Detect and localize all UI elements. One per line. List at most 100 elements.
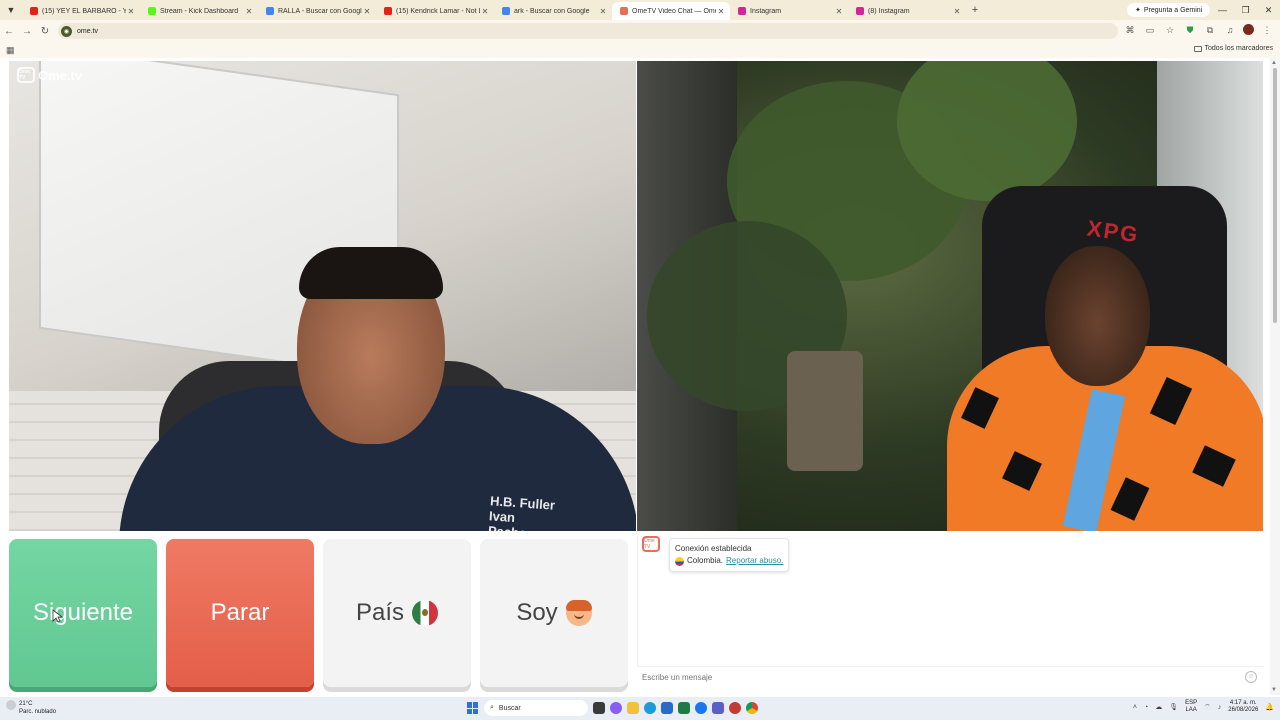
scroll-down-arrow-icon[interactable]: ▼ <box>1271 687 1277 693</box>
tab-search-icon[interactable]: ▼ <box>0 0 22 20</box>
reload-icon[interactable]: ↻ <box>36 26 54 37</box>
browser-tab[interactable]: (15) Kendrick Lamar - Not Like Us✕ <box>376 2 494 20</box>
bookmarks-bar: ▦ Todos los marcadores <box>0 42 1280 58</box>
wifi-icon[interactable]: ⌔ <box>1204 703 1211 712</box>
system-message: Conexión establecida Colombia. Reportar … <box>669 538 790 572</box>
bookmark-star-icon[interactable]: ☆ <box>1163 23 1177 37</box>
browser-tab[interactable]: Stream - Kick Dashboard ✕ <box>140 2 258 20</box>
search-icon: ⌕ <box>490 704 494 711</box>
toolbar-icons: ⌘ ▭ ☆ ⛊ ⧉ ♫ ⋮ <box>1123 23 1274 37</box>
excel-icon[interactable] <box>678 702 690 714</box>
translate-icon[interactable]: ⌘ <box>1123 23 1137 37</box>
profile-avatar[interactable] <box>1243 24 1254 35</box>
tab-close-icon[interactable]: ✕ <box>952 7 962 16</box>
browser-tab[interactable]: (8) Instagram ✕ <box>848 2 966 20</box>
browser-tab[interactable]: ark - Buscar con Google ✕ <box>494 2 612 20</box>
store-icon[interactable] <box>661 702 673 714</box>
system-tray: ˄ ◔ ☁ 🎙 ESP LAA ⌔ ♪ 4:17 a. m. 26/08/202… <box>1133 700 1274 714</box>
clock-date: 26/08/2026 <box>1228 707 1259 713</box>
next-button-label: Siguiente <box>32 599 134 626</box>
onedrive-icon[interactable]: ☁ <box>1155 703 1162 711</box>
browser-tab[interactable]: Instagram ✕ <box>730 2 848 20</box>
forward-arrow-icon[interactable]: → <box>18 26 36 37</box>
next-button[interactable]: Siguiente <box>9 539 157 687</box>
media-icon[interactable]: ♫ <box>1223 23 1237 37</box>
windows-start-icon[interactable] <box>467 702 479 714</box>
volume-icon[interactable]: ♪ <box>1218 704 1222 711</box>
emoji-icon[interactable]: ☺ <box>1245 671 1257 683</box>
shield-icon[interactable]: ⛊ <box>1183 23 1197 37</box>
tab-close-icon[interactable]: ✕ <box>716 7 726 16</box>
close-window-icon[interactable]: ✕ <box>1257 0 1280 20</box>
tab-title: RALLA - Buscar con Google <box>278 7 362 15</box>
all-bookmarks-button[interactable]: Todos los marcadores <box>1193 45 1273 52</box>
site-settings-icon[interactable]: ◉ <box>61 25 72 37</box>
file-explorer-icon[interactable] <box>627 702 639 714</box>
extensions-icon[interactable]: ⧉ <box>1203 23 1217 37</box>
edge-icon[interactable] <box>644 702 656 714</box>
gender-filter-button[interactable]: Soy <box>480 539 628 687</box>
notifications-icon[interactable]: 🔔 <box>1265 703 1274 711</box>
mouse-cursor-icon <box>52 609 64 623</box>
clock-time: 4:17 a. m. <box>1229 700 1257 706</box>
tab-favicon-icon <box>620 7 628 15</box>
local-video: H.B. Fuller Ivan Pacheco Ome TV Ome.tv <box>9 61 636 531</box>
tree-stump <box>787 351 863 471</box>
back-arrow-icon[interactable]: ← <box>0 26 18 37</box>
tab-close-icon[interactable]: ✕ <box>244 7 254 16</box>
chat-message-input[interactable] <box>637 667 1227 687</box>
ometv-logo-icon: Ome TV <box>17 67 35 83</box>
country-button-label: País <box>355 599 405 626</box>
windows-taskbar: 21°C Parc. nublado ⌕ Buscar ˄ ◔ ☁ 🎙 ESP … <box>0 697 1280 720</box>
weather-condition: Parc. nublado <box>19 709 57 715</box>
clock[interactable]: 4:17 a. m. 26/08/2026 <box>1228 700 1258 714</box>
cast-icon[interactable]: ▭ <box>1143 23 1157 37</box>
scroll-thumb[interactable] <box>1273 68 1277 323</box>
apps-grid-icon[interactable]: ▦ <box>6 45 15 56</box>
tab-favicon-icon <box>30 7 38 15</box>
microphone-icon[interactable]: 🎙 <box>1169 703 1178 711</box>
country-filter-button[interactable]: País <box>323 539 471 687</box>
input-language[interactable]: ESP LAA <box>1185 700 1197 714</box>
gemini-button[interactable]: ✦ Pregunta a Gemini <box>1127 3 1211 17</box>
browser-toolbar: ← → ↻ ◉ ome.tv ⌘ ▭ ☆ ⛊ ⧉ ♫ ⋮ <box>0 20 1280 42</box>
tab-close-icon[interactable]: ✕ <box>480 7 490 16</box>
gemini-label: Pregunta a Gemini <box>1143 6 1203 14</box>
taskbar-search-label: Buscar <box>498 704 521 712</box>
network-icon[interactable]: ◔ <box>1144 704 1148 711</box>
tab-close-icon[interactable]: ✕ <box>598 7 608 16</box>
media-player-icon[interactable] <box>729 702 741 714</box>
facebook-icon[interactable] <box>695 702 707 714</box>
mexico-flag-icon <box>412 600 439 626</box>
tab-title: Instagram <box>750 7 782 15</box>
address-bar[interactable]: ◉ ome.tv <box>58 23 1118 39</box>
report-abuse-link[interactable]: Reportar abuso. <box>726 555 783 567</box>
tab-list: (15) YEY EL BARBARO - YouTube✕Stream - K… <box>22 0 966 20</box>
browser-tab[interactable]: RALLA - Buscar con Google ✕ <box>258 2 376 20</box>
browser-tab[interactable]: (15) YEY EL BARBARO - YouTube✕ <box>22 2 140 20</box>
copilot-icon[interactable] <box>610 702 622 714</box>
taskbar-search[interactable]: ⌕ Buscar <box>484 700 588 716</box>
tab-favicon-icon <box>266 7 274 15</box>
browser-tab[interactable]: OmeTV Video Chat — Omegle✕ <box>612 2 730 20</box>
page-scrollbar[interactable]: ▲ ▼ <box>1270 58 1280 695</box>
weather-widget[interactable]: 21°C Parc. nublado <box>6 700 56 716</box>
stop-button[interactable]: Parar <box>166 539 314 687</box>
tab-close-icon[interactable]: ✕ <box>126 7 136 16</box>
chrome-icon[interactable] <box>746 702 758 714</box>
tray-overflow-icon[interactable]: ˄ <box>1133 704 1137 711</box>
task-view-icon[interactable] <box>593 702 605 714</box>
gender-button-label: Soy <box>516 599 558 626</box>
menu-kebab-icon[interactable]: ⋮ <box>1260 23 1274 37</box>
tab-close-icon[interactable]: ✕ <box>834 7 844 16</box>
tab-close-icon[interactable]: ✕ <box>362 7 372 16</box>
new-tab-button[interactable]: + <box>966 4 984 16</box>
tab-strip: ▼ (15) YEY EL BARBARO - YouTube✕Stream -… <box>0 0 1280 20</box>
restore-icon[interactable]: ❐ <box>1234 0 1257 20</box>
partner-country: Colombia. <box>687 556 724 565</box>
minimize-icon[interactable]: — <box>1211 0 1234 20</box>
tab-title: OmeTV Video Chat — Omegle <box>632 7 716 15</box>
scroll-up-arrow-icon[interactable]: ▲ <box>1271 60 1277 66</box>
teams-icon[interactable] <box>712 702 724 714</box>
url-text[interactable]: ome.tv <box>77 28 98 35</box>
